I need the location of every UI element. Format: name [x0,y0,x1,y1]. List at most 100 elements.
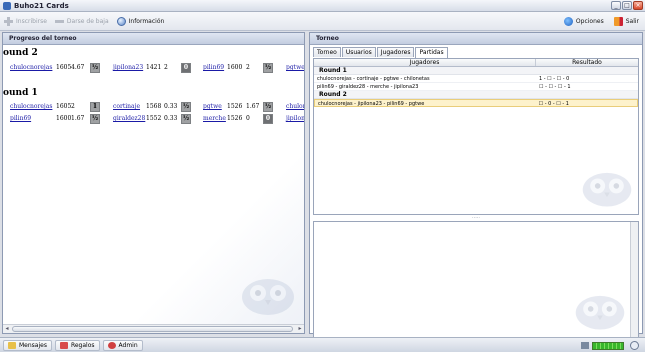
tab-partidas[interactable]: Partidas [415,47,448,58]
score-box: ½ [263,63,273,73]
options-button[interactable]: Opciones [563,17,604,26]
player-link[interactable]: merche [203,113,226,125]
panel-header: Torneo [310,33,642,45]
app-logo-icon [3,1,11,10]
player-link[interactable]: pilin69 [10,113,31,125]
player-link[interactable]: chulocnorejas [10,62,52,74]
table-row[interactable]: pilin69 - giraldez28 - merche - jipilona… [314,83,638,91]
rating-value: 1552 [146,115,162,122]
player-link[interactable]: jipilona [286,113,304,125]
score-value: 2 [71,103,75,110]
column-header[interactable]: Resultado [536,59,638,66]
games-table: Jugadores Resultado Round 1 chulocnoreja… [313,58,639,215]
connection-icon [581,342,589,349]
messages-button[interactable]: Mensajes [3,339,52,351]
messages-label: Mensajes [19,341,47,349]
player-link[interactable]: cortinaje [113,101,140,113]
exit-door-icon [613,17,623,26]
leave-label: Darse de baja [66,17,109,25]
column-header[interactable]: Jugadores [314,59,536,66]
players-cell: pilin69 - giraldez28 - merche - jipilona… [317,84,419,90]
owl-watermark-icon [582,172,632,207]
minimize-button[interactable]: _ [611,1,621,10]
title-bar: Buho21 Cards _ □ × [0,0,645,12]
players-cell: chulocnorejas - jipilona23 - pilin69 - p… [318,101,425,107]
tab-jugadores[interactable]: Jugadores [376,47,415,57]
info-button[interactable]: Información [116,16,165,26]
player-link[interactable]: giraldez28 [113,113,145,125]
tab-bar: Torneo Usuarios Jugadores Partidas [313,47,449,58]
score-box: 0 [181,63,191,73]
options-icon [563,17,573,26]
leave-button[interactable]: Darse de baja [54,17,109,26]
players-cell: chulocnorejas - cortinaje - pgtwe - chil… [317,76,430,82]
panel-header: Progreso del torneo [3,33,304,45]
gifts-button[interactable]: Regalos [54,339,100,351]
scroll-right-icon[interactable]: ▸ [296,325,304,333]
exit-label: Salir [625,18,639,25]
maximize-button[interactable]: □ [622,1,632,10]
info-icon [116,16,126,26]
options-label: Opciones [575,18,604,25]
player-link[interactable]: pgtwe [203,101,222,113]
admin-icon [107,341,116,349]
admin-button[interactable]: Admin [102,339,143,351]
player-link[interactable]: chulocnorejas [10,101,52,113]
table-header: Jugadores Resultado [314,59,638,67]
rating-value: 1600 [56,115,72,122]
close-button[interactable]: × [633,1,643,10]
tournament-panel: Torneo Torneo Usuarios Jugadores Partida… [309,32,643,352]
player-link[interactable]: chulone [286,101,304,113]
plus-icon [4,16,13,26]
window-controls: _ □ × [611,1,643,10]
round-title: ound 2 [3,48,38,58]
help-icon[interactable] [630,341,639,350]
join-label: Inscribirse [16,17,47,25]
result-cell: ☐ - ☐ - ☐ - 1 [539,84,571,90]
join-button[interactable]: Inscribirse [4,16,47,26]
rating-value: 1600 [227,64,243,71]
rating-value: 1526 [227,115,243,122]
gifts-label: Regalos [70,341,95,349]
score-value: 1.67 [71,115,85,122]
result-cell: 1 - ☐ - ☐ - 0 [539,76,570,82]
exit-button[interactable]: Salir [613,17,639,26]
player-link[interactable]: pilin69 [203,62,224,74]
group-header[interactable]: Round 2 [314,91,638,99]
gift-icon [59,341,68,349]
admin-label: Admin [118,341,138,349]
score-box: ½ [181,114,191,124]
signal-meter [592,341,624,350]
owl-watermark-icon [242,279,294,315]
tab-torneo[interactable]: Torneo [313,47,341,57]
rating-value: 1605 [56,64,72,71]
player-link[interactable]: jipilona23 [113,62,143,74]
folder-icon [8,341,16,349]
score-box: ½ [263,102,273,112]
status-right [581,340,639,351]
score-value: 2 [164,64,168,71]
toolbar-right: Opciones Salir [554,12,639,31]
score-box: ½ [90,63,100,73]
player-link[interactable]: pgtwe [286,62,304,74]
vertical-scrollbar[interactable] [630,222,638,345]
table-row[interactable]: chulocnorejas - jipilona23 - pilin69 - p… [314,99,638,107]
info-label: Información [128,17,165,25]
tab-usuarios[interactable]: Usuarios [341,47,376,57]
score-value: 0.33 [164,115,178,122]
horizontal-scrollbar[interactable]: ◂ ▸ [3,324,304,333]
score-box: ½ [90,114,100,124]
minus-icon [54,17,64,26]
owl-watermark-icon [575,295,625,330]
rating-value: 1568 [146,103,162,110]
tournament-progress-panel: Progreso del torneo ound 2 chulocnorejas… [2,32,305,334]
chat-log[interactable] [313,221,639,346]
rating-value: 1421 [146,64,162,71]
scrollbar-thumb[interactable] [12,326,293,332]
score-box: 0 [263,114,273,124]
rating-value: 1605 [56,103,72,110]
scroll-left-icon[interactable]: ◂ [3,325,11,333]
toolbar: Inscribirse Darse de baja Información Op… [0,12,645,31]
group-header[interactable]: Round 1 [314,67,638,75]
table-row[interactable]: chulocnorejas - cortinaje - pgtwe - chil… [314,75,638,83]
